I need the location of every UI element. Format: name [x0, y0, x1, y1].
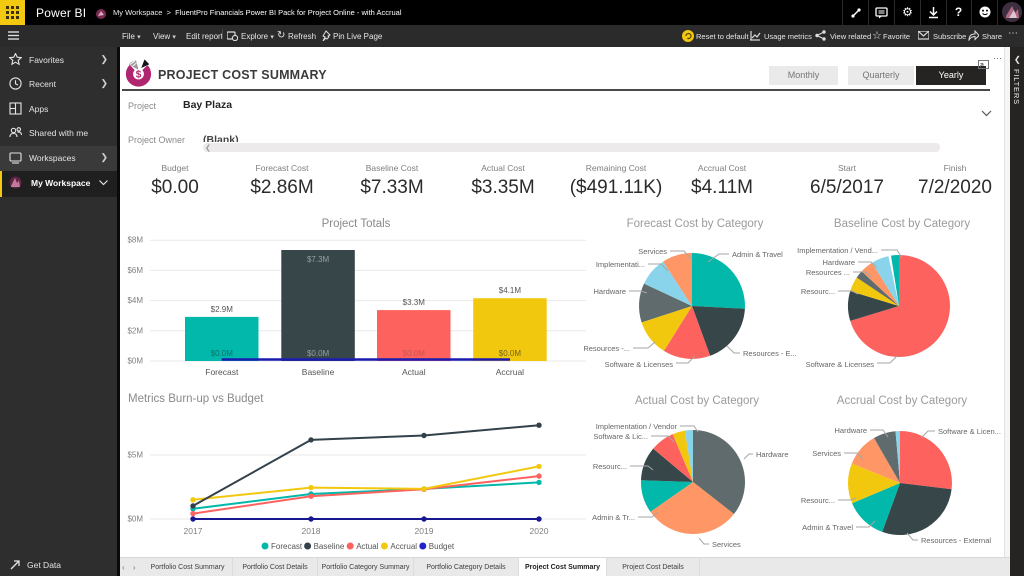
svg-text:Accrual Cost by Category: Accrual Cost by Category: [837, 395, 968, 407]
svg-text:Accrual: Accrual: [390, 542, 417, 551]
svg-text:Forecast: Forecast: [271, 542, 303, 551]
svg-text:$3.3M: $3.3M: [403, 298, 426, 307]
svg-text:2019: 2019: [415, 526, 434, 536]
svg-text:Forecast Cost by Category: Forecast Cost by Category: [627, 218, 764, 230]
svg-text:Project Totals: Project Totals: [322, 218, 391, 230]
svg-text:$0.0M: $0.0M: [499, 349, 522, 358]
svg-text:Implementation / Vend...: Implementation / Vend...: [797, 246, 878, 255]
svg-text:Hardware: Hardware: [834, 426, 867, 435]
svg-text:Resourc...: Resourc...: [593, 462, 627, 471]
svg-text:$4M: $4M: [127, 296, 143, 305]
svg-text:Resourc...: Resourc...: [801, 496, 835, 505]
svg-text:Budget: Budget: [429, 542, 455, 551]
svg-text:Admin & Tr...: Admin & Tr...: [592, 513, 635, 522]
svg-text:2020: 2020: [530, 526, 549, 536]
svg-text:Admin & Travel: Admin & Travel: [732, 250, 783, 259]
svg-text:Accrual: Accrual: [496, 367, 524, 377]
svg-text:$2M: $2M: [127, 326, 143, 335]
svg-text:Software & Licenses: Software & Licenses: [806, 360, 875, 369]
svg-text:2018: 2018: [302, 526, 321, 536]
svg-text:Admin & Travel: Admin & Travel: [802, 523, 853, 532]
svg-text:Baseline Cost by Category: Baseline Cost by Category: [834, 218, 970, 230]
svg-text:Software & Lic...: Software & Lic...: [593, 432, 648, 441]
svg-text:Services: Services: [712, 540, 741, 549]
svg-text:Hardware: Hardware: [593, 287, 626, 296]
svg-text:$0.0M: $0.0M: [211, 349, 234, 358]
svg-text:Software & Licen...: Software & Licen...: [938, 427, 1001, 436]
svg-text:2017: 2017: [184, 526, 203, 536]
svg-text:$8M: $8M: [127, 236, 143, 245]
svg-text:$0.0M: $0.0M: [307, 349, 330, 358]
svg-text:Implementati...: Implementati...: [596, 260, 645, 269]
svg-text:Hardware: Hardware: [756, 450, 789, 459]
svg-text:Services: Services: [812, 449, 841, 458]
svg-text:Software & Licenses: Software & Licenses: [605, 360, 674, 369]
svg-text:Resources - External: Resources - External: [921, 536, 991, 545]
svg-text:$0M: $0M: [127, 357, 143, 366]
svg-text:Services: Services: [638, 247, 667, 256]
svg-text:Resources - E...: Resources - E...: [743, 349, 797, 358]
svg-text:Metrics Burn-up vs Budget: Metrics Burn-up vs Budget: [128, 393, 264, 405]
svg-text:$0.0M: $0.0M: [403, 349, 426, 358]
svg-text:Actual: Actual: [356, 542, 378, 551]
svg-text:$0M: $0M: [127, 515, 143, 524]
svg-text:Baseline: Baseline: [302, 367, 335, 377]
svg-text:Resourc...: Resourc...: [801, 287, 835, 296]
svg-text:Implementation / Vendor: Implementation / Vendor: [596, 422, 678, 431]
svg-text:Hardware: Hardware: [822, 258, 855, 267]
svg-text:Actual: Actual: [402, 367, 426, 377]
svg-text:Resources -...: Resources -...: [583, 344, 630, 353]
svg-text:Actual Cost by Category: Actual Cost by Category: [635, 395, 759, 407]
svg-text:Resources ...: Resources ...: [806, 268, 850, 277]
svg-text:$7.3M: $7.3M: [307, 255, 330, 264]
svg-text:$2.9M: $2.9M: [211, 305, 234, 314]
svg-text:$4.1M: $4.1M: [499, 286, 522, 295]
svg-text:$6M: $6M: [127, 266, 143, 275]
svg-text:Baseline: Baseline: [314, 542, 345, 551]
svg-text:Forecast: Forecast: [205, 367, 239, 377]
svg-text:$5M: $5M: [127, 451, 143, 460]
